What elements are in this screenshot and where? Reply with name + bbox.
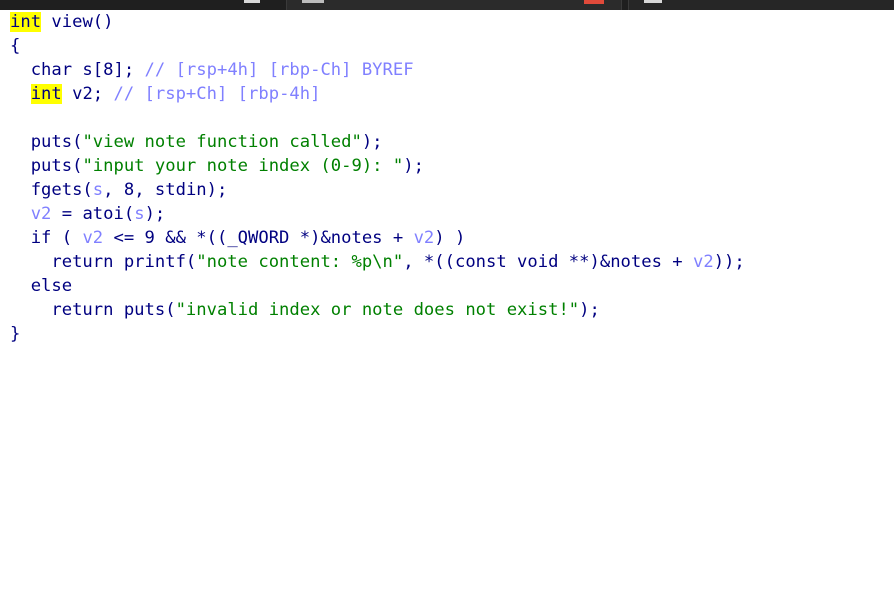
string-literal[interactable]: "input your note index (0-9): " xyxy=(82,156,403,176)
call-puts[interactable]: puts( xyxy=(10,132,83,152)
expression[interactable]: , *((const void **)&notes + xyxy=(403,252,693,272)
variable-s[interactable]: s xyxy=(93,180,103,200)
tab-icon xyxy=(302,0,324,3)
declaration[interactable]: char s[8]; xyxy=(10,60,145,80)
string-literal[interactable]: "note content: %p\n" xyxy=(196,252,403,272)
keyword-int[interactable]: int xyxy=(10,12,42,32)
code-line-11[interactable]: return printf("note content: %p\n", *((c… xyxy=(10,250,745,274)
tab[interactable] xyxy=(286,0,622,10)
code-line-2[interactable]: { xyxy=(10,34,20,58)
punctuation: ); xyxy=(403,156,424,176)
gutter xyxy=(0,10,8,430)
pseudocode-view[interactable]: int view() { char s[8]; // [rsp+4h] [rbp… xyxy=(0,10,894,430)
keyword-int[interactable]: int xyxy=(30,84,62,104)
code-line-9[interactable]: v2 = atoi(s); xyxy=(10,202,166,226)
tab-icon xyxy=(644,0,662,3)
code-line-13[interactable]: return puts("invalid index or note does … xyxy=(10,298,600,322)
return-printf[interactable]: return printf( xyxy=(10,252,196,272)
call-atoi[interactable]: = atoi( xyxy=(51,204,134,224)
condition[interactable]: <= 9 && *((_QWORD *)&notes + xyxy=(103,228,413,248)
variable-v2[interactable]: v2 xyxy=(82,228,103,248)
code-line-8[interactable]: fgets(s, 8, stdin); xyxy=(10,178,228,202)
punctuation: ) ) xyxy=(434,228,466,248)
window-title-bar xyxy=(0,0,894,10)
variable-v2[interactable]: v2 xyxy=(693,252,714,272)
code-line-7[interactable]: puts("input your note index (0-9): "); xyxy=(10,154,424,178)
code-line-1[interactable]: int view() xyxy=(10,10,113,34)
code-line-6[interactable]: puts("view note function called"); xyxy=(10,130,383,154)
arguments[interactable]: , 8, stdin); xyxy=(103,180,227,200)
code-line-12[interactable]: else xyxy=(10,274,72,298)
return-puts[interactable]: return puts( xyxy=(10,300,175,320)
close-icon[interactable] xyxy=(584,0,604,4)
string-literal[interactable]: "view note function called" xyxy=(82,132,361,152)
variable-v2[interactable]: v2 xyxy=(10,204,52,224)
punctuation: ); xyxy=(361,132,383,152)
punctuation: ); xyxy=(144,204,166,224)
close-brace: } xyxy=(10,324,21,344)
comment: // [rsp+Ch] [rbp-4h] xyxy=(113,84,321,104)
if-statement[interactable]: if ( xyxy=(10,228,82,248)
string-literal[interactable]: "invalid index or note does not exist!" xyxy=(176,300,580,320)
call-puts[interactable]: puts( xyxy=(10,156,83,176)
punctuation: )); xyxy=(713,252,745,272)
variable-v2[interactable]: v2 xyxy=(414,228,435,248)
code-area[interactable]: int view() { char s[8]; // [rsp+4h] [rbp… xyxy=(10,10,890,590)
declaration[interactable]: v2; xyxy=(62,84,114,104)
toolbar-icon[interactable] xyxy=(244,0,260,3)
punctuation: ); xyxy=(579,300,600,320)
else-keyword[interactable]: else xyxy=(10,276,72,296)
function-signature[interactable]: view() xyxy=(41,12,113,32)
comment: // [rsp+4h] [rbp-Ch] BYREF xyxy=(144,60,414,80)
code-line-4[interactable]: int v2; // [rsp+Ch] [rbp-4h] xyxy=(10,82,320,106)
variable-s[interactable]: s xyxy=(134,204,144,224)
code-line-14[interactable]: } xyxy=(10,322,20,346)
code-line-10[interactable]: if ( v2 <= 9 && *((_QWORD *)&notes + v2)… xyxy=(10,226,466,250)
open-brace: { xyxy=(10,36,21,56)
call-fgets[interactable]: fgets( xyxy=(10,180,93,200)
tab[interactable] xyxy=(628,0,894,10)
code-line-3[interactable]: char s[8]; // [rsp+4h] [rbp-Ch] BYREF xyxy=(10,58,414,82)
